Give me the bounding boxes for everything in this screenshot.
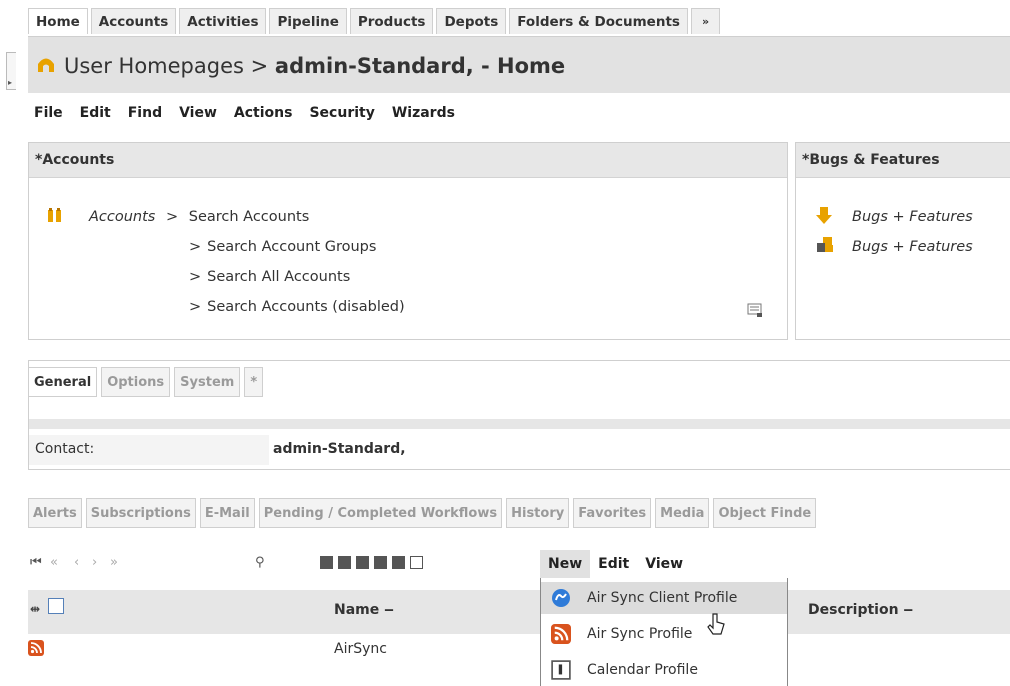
next-page-icon[interactable]: › xyxy=(92,555,97,570)
tab-history[interactable]: History xyxy=(506,498,570,528)
menu-file[interactable]: File xyxy=(34,105,63,121)
general-tabs: General Options System * xyxy=(28,367,267,397)
mouse-pointer-icon xyxy=(707,613,725,635)
menu-grid-edit[interactable]: Edit xyxy=(590,550,637,578)
export-icon[interactable] xyxy=(356,556,369,569)
bug-down-arrow-icon xyxy=(816,207,832,224)
tab-email[interactable]: E-Mail xyxy=(199,498,255,528)
contact-row: Contact: admin-Standard, xyxy=(29,435,1010,465)
menu-edit[interactable]: Edit xyxy=(80,105,111,121)
link-bugs-features-1[interactable]: Bugs + Features xyxy=(852,209,973,225)
column-header-name[interactable]: Name ‒ xyxy=(334,602,394,618)
tab-general[interactable]: General xyxy=(28,367,98,397)
menu-wizards[interactable]: Wizards xyxy=(392,105,455,121)
tab-favorites[interactable]: Favorites xyxy=(573,498,652,528)
prev-fast-icon[interactable]: « xyxy=(50,555,58,570)
grid-menu-bar: New Edit View xyxy=(540,550,691,578)
link-bugs-features-2[interactable]: Bugs + Features xyxy=(852,239,973,255)
contact-value: admin-Standard, xyxy=(273,441,406,457)
menu-view[interactable]: View xyxy=(179,105,217,121)
accounts-section-label[interactable]: Accounts xyxy=(89,209,155,225)
layout-icon[interactable] xyxy=(338,556,351,569)
menu-find[interactable]: Find xyxy=(128,105,162,121)
menu-actions[interactable]: Actions xyxy=(234,105,293,121)
column-header-description[interactable]: Description ‒ xyxy=(808,602,913,618)
breadcrumb: User Homepages > admin-Standard, - Home xyxy=(64,54,565,78)
tab-home[interactable]: Home xyxy=(28,8,88,34)
select-all-checkbox[interactable] xyxy=(48,598,64,614)
notes-icon[interactable] xyxy=(747,303,763,317)
rss-feed-icon xyxy=(551,624,571,644)
link-search-accounts-disabled[interactable]: Search Accounts (disabled) xyxy=(207,299,404,315)
tab-subscriptions[interactable]: Subscriptions xyxy=(85,498,196,528)
tab-object-finder[interactable]: Object Finde xyxy=(713,498,817,528)
home-icon[interactable] xyxy=(36,55,56,73)
chevron-right-icon: ▸ xyxy=(8,78,13,87)
columns-icon[interactable] xyxy=(320,556,333,569)
tab-options[interactable]: Options xyxy=(101,367,171,397)
tab-accounts[interactable]: Accounts xyxy=(90,8,177,34)
list-icon[interactable] xyxy=(410,556,423,569)
accounts-panel: *Accounts Accounts > Search Accounts > Se… xyxy=(28,142,788,340)
check-icon[interactable] xyxy=(392,556,405,569)
tab-products[interactable]: Products xyxy=(349,8,434,34)
contact-label: Contact: xyxy=(35,441,95,457)
tab-alerts[interactable]: Alerts xyxy=(28,498,82,528)
next-fast-icon[interactable]: » xyxy=(110,555,118,570)
tab-system[interactable]: System xyxy=(174,367,241,397)
menu-item-air-sync-profile[interactable]: Air Sync Profile xyxy=(541,618,787,650)
breadcrumb-prefix[interactable]: User Homepages > xyxy=(64,54,268,78)
grid-toolbar: ⏮ « ‹ › » ⚲ xyxy=(30,553,1010,575)
link-search-account-groups[interactable]: Search Account Groups xyxy=(207,239,376,255)
bugs-panel-title: *Bugs & Features xyxy=(796,143,1010,178)
new-dropdown-menu: Air Sync Client Profile Air Sync Profile… xyxy=(540,578,788,686)
tab-depots[interactable]: Depots xyxy=(436,8,507,34)
tab-star[interactable]: * xyxy=(244,367,264,397)
menu-item-air-sync-client-profile[interactable]: Air Sync Client Profile xyxy=(541,582,787,614)
search-icon[interactable]: ⚲ xyxy=(255,555,265,570)
menu-grid-view[interactable]: View xyxy=(637,550,691,578)
tab-workflows[interactable]: Pending / Completed Workflows xyxy=(258,498,503,528)
first-page-icon[interactable]: ⏮ xyxy=(30,555,42,570)
page-title: admin-Standard, - Home xyxy=(274,54,566,78)
menu-bar: File Edit Find View Actions Security Wiz… xyxy=(34,105,472,121)
general-section: General Options System * Contact: admin-… xyxy=(28,360,1010,470)
airsync-icon xyxy=(552,589,570,607)
related-tabs: Alerts Subscriptions E-Mail Pending / Co… xyxy=(28,498,820,528)
settings-icon[interactable] xyxy=(374,556,387,569)
tab-folders-documents[interactable]: Folders & Documents xyxy=(509,8,688,34)
table-row[interactable]: AirSync xyxy=(28,634,1010,666)
menu-security[interactable]: Security xyxy=(309,105,374,121)
tab-pipeline[interactable]: Pipeline xyxy=(269,8,347,34)
link-search-accounts[interactable]: Search Accounts xyxy=(189,209,310,225)
accounts-panel-title: *Accounts xyxy=(29,143,787,178)
section-divider xyxy=(29,419,1010,429)
tab-more[interactable]: » xyxy=(690,8,721,34)
tab-media[interactable]: Media xyxy=(655,498,710,528)
prev-page-icon[interactable]: ‹ xyxy=(74,555,79,570)
bugs-features-panel: *Bugs & Features Bugs + Features Bugs + … xyxy=(795,142,1010,340)
accounts-icon xyxy=(48,208,61,222)
feature-boxes-icon xyxy=(817,237,833,252)
row-name[interactable]: AirSync xyxy=(334,641,387,657)
tab-activities[interactable]: Activities xyxy=(179,8,267,34)
rss-feed-icon xyxy=(28,640,44,656)
menu-new[interactable]: New xyxy=(540,550,591,578)
calendar-icon xyxy=(551,660,571,680)
page-header: User Homepages > admin-Standard, - Home xyxy=(28,36,1010,93)
sidebar-collapse-handle[interactable]: ▸ xyxy=(6,52,16,90)
link-search-all-accounts[interactable]: Search All Accounts xyxy=(207,269,350,285)
top-navigation-tabs: Home Accounts Activities Pipeline Produc… xyxy=(28,8,723,36)
column-resize-icon[interactable]: ⇹ xyxy=(30,602,40,616)
grid-header: ⇹ Name ‒ Description ‒ xyxy=(28,590,1010,634)
menu-item-calendar-profile[interactable]: Calendar Profile xyxy=(541,654,787,686)
